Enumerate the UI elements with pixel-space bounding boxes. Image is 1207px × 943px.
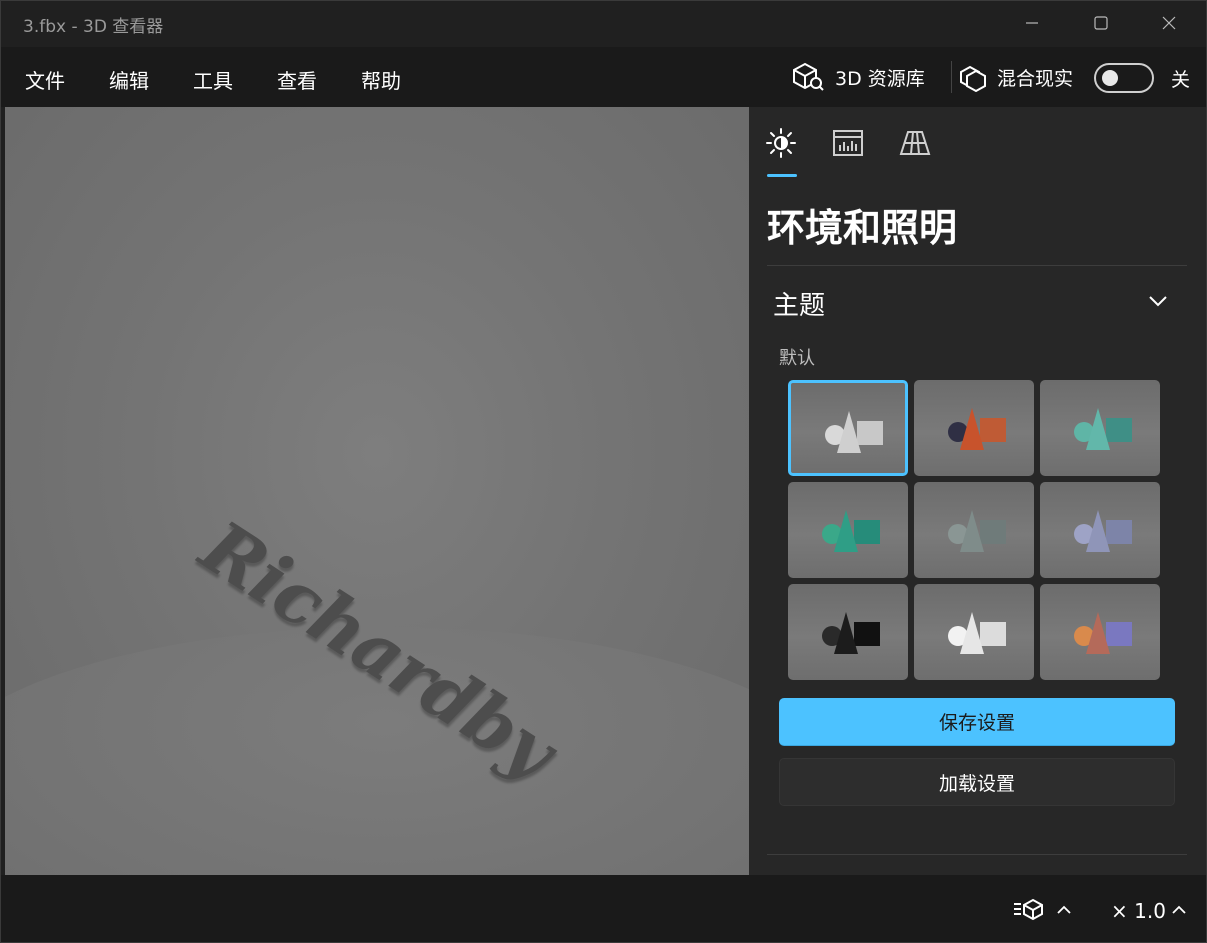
menu-view[interactable]: 查看 (277, 65, 317, 94)
menu-file[interactable]: 文件 (25, 65, 65, 94)
menu-tools[interactable]: 工具 (193, 65, 233, 94)
active-tab-indicator (767, 174, 797, 177)
panel-title: 环境和照明 (767, 206, 958, 250)
theme-preview-shapes (822, 612, 880, 654)
save-settings-button[interactable]: 保存设置 (779, 698, 1175, 746)
menu-help[interactable]: 帮助 (361, 65, 401, 94)
tab-grid[interactable] (898, 127, 932, 159)
sun-icon (766, 128, 796, 158)
theme-option[interactable] (1040, 380, 1160, 476)
close-icon (1162, 16, 1176, 30)
app-window: 3.fbx - 3D 查看器 文件 编辑 工具 查看 帮助 3D 资源库 混合现… (0, 0, 1207, 943)
model-list-icon[interactable] (1013, 897, 1045, 921)
toggle-knob (1102, 70, 1118, 86)
minimize-icon (1026, 22, 1038, 24)
3d-library-button[interactable]: 3D 资源库 (791, 59, 925, 95)
theme-option[interactable] (788, 584, 908, 680)
load-settings-button[interactable]: 加载设置 (779, 758, 1175, 806)
theme-group-label: 默认 (779, 348, 815, 369)
theme-preview-shapes (948, 408, 1006, 450)
theme-preview-shapes (1074, 510, 1132, 552)
grid-icon (899, 131, 931, 155)
panel-divider-bottom (767, 854, 1187, 855)
theme-option[interactable] (914, 584, 1034, 680)
theme-preview-shapes (1074, 408, 1132, 450)
3d-library-label: 3D 资源库 (835, 67, 925, 90)
stats-icon (833, 130, 863, 156)
menu-edit[interactable]: 编辑 (109, 65, 149, 94)
toggle-state-label: 关 (1171, 69, 1191, 91)
theme-preview-shapes (825, 411, 883, 453)
theme-preview-shapes (948, 612, 1006, 654)
theme-section-title[interactable]: 主题 (773, 285, 825, 322)
menu-bar: 文件 编辑 工具 查看 帮助 3D 资源库 混合现实 关 (1, 47, 1206, 107)
theme-option[interactable] (914, 482, 1034, 578)
menu-separator (951, 61, 952, 93)
window-title: 3.fbx - 3D 查看器 (23, 17, 164, 37)
maximize-icon (1094, 16, 1108, 30)
mixed-reality-button[interactable]: 混合现实 (957, 59, 1073, 95)
chevron-up-icon[interactable] (1171, 903, 1187, 915)
theme-option[interactable] (1040, 584, 1160, 680)
chevron-up-icon[interactable] (1056, 903, 1072, 915)
theme-preview-shapes (948, 510, 1006, 552)
3d-viewport[interactable]: Richardby (5, 107, 749, 875)
tab-stats[interactable] (831, 127, 865, 159)
mixed-reality-label: 混合现实 (997, 67, 1074, 90)
theme-preview-shapes (822, 510, 880, 552)
theme-preview-shapes (1074, 612, 1132, 654)
minimize-button[interactable] (998, 1, 1066, 45)
theme-option[interactable] (914, 380, 1034, 476)
3d-library-icon (793, 62, 824, 91)
theme-option[interactable] (1040, 482, 1160, 578)
theme-option[interactable] (788, 482, 908, 578)
mixed-reality-toggle[interactable] (1094, 63, 1154, 93)
theme-option[interactable] (788, 380, 908, 476)
tab-environment-lighting[interactable] (764, 127, 798, 159)
mixed-reality-icon (960, 65, 986, 92)
chevron-down-icon[interactable] (1147, 293, 1169, 309)
maximize-button[interactable] (1067, 1, 1135, 45)
close-button[interactable] (1135, 1, 1203, 45)
title-bar: 3.fbx - 3D 查看器 (1, 1, 1206, 47)
panel-divider-top (767, 265, 1187, 266)
zoom-level[interactable]: × 1.0 (1111, 899, 1166, 923)
